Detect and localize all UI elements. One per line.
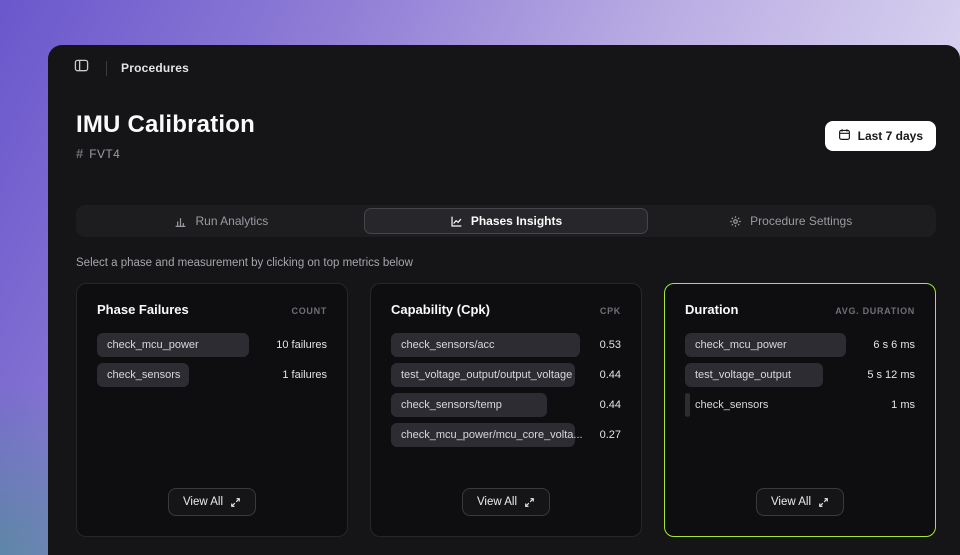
metric-rows: check_mcu_power 6 s 6 ms test_voltage_ou… [685,333,915,417]
tab-label: Procedure Settings [750,214,852,228]
metric-row-label: test_voltage_output/output_voltage [391,369,572,381]
metric-row[interactable]: test_voltage_output/output_voltage 0.44 [391,363,621,387]
procedure-tag-label: FVT4 [89,147,120,161]
expand-icon [230,497,241,508]
metric-row-value: 6 s 6 ms [865,339,915,351]
metric-row-value: 0.27 [592,429,621,441]
metric-row-label: check_mcu_power/mcu_core_volta... [391,429,583,441]
card-duration[interactable]: Duration AVG. DURATION check_mcu_power 6… [664,283,936,537]
bar-chart-icon [174,215,187,228]
sidebar-panel-icon [74,58,89,78]
metric-row[interactable]: check_sensors/temp 0.44 [391,393,621,417]
calendar-icon [838,128,851,144]
date-range-label: Last 7 days [858,129,923,143]
tab-run-analytics[interactable]: Run Analytics [79,208,364,234]
card-title: Capability (Cpk) [391,302,490,317]
tab-bar: Run Analytics Phases Insights Procedure … [76,205,936,237]
metric-row-value: 0.44 [592,399,621,411]
card-header: Capability (Cpk) CPK [391,302,621,317]
metric-row-value: 10 failures [268,339,327,351]
view-all-label: View All [183,496,223,508]
tab-phases-insights[interactable]: Phases Insights [364,208,649,234]
card-header: Duration AVG. DURATION [685,302,915,317]
sidebar-toggle-button[interactable] [70,57,92,79]
metric-row[interactable]: check_mcu_power/mcu_core_volta... 0.27 [391,423,621,447]
procedure-tag: # FVT4 [76,146,255,161]
expand-icon [524,497,535,508]
metric-unit-label: CPK [600,306,621,316]
metric-rows: check_mcu_power 10 failures check_sensor… [97,333,327,387]
card-title: Duration [685,302,738,317]
tab-label: Run Analytics [195,214,268,228]
metric-row-value: 0.44 [592,369,621,381]
breadcrumb[interactable]: Procedures [121,61,189,75]
metric-row-label: check_mcu_power [97,339,199,351]
metric-row[interactable]: check_sensors/acc 0.53 [391,333,621,357]
metric-row[interactable]: check_mcu_power 6 s 6 ms [685,333,915,357]
tab-label: Phases Insights [471,214,562,228]
card-title: Phase Failures [97,302,189,317]
page-header: IMU Calibration # FVT4 Last 7 days [48,91,960,161]
metric-row-label: check_mcu_power [685,339,787,351]
app-window: Procedures IMU Calibration # FVT4 Last 7… [48,45,960,555]
view-all-button[interactable]: View All [168,488,256,516]
card-header: Phase Failures COUNT [97,302,327,317]
metric-row-label: check_sensors [97,369,180,381]
metric-row-label: check_sensors [685,399,768,411]
topbar-divider [106,61,107,76]
view-all-label: View All [477,496,517,508]
view-all-label: View All [771,496,811,508]
metric-row-value: 5 s 12 ms [859,369,915,381]
hash-icon: # [76,146,83,161]
tab-procedure-settings[interactable]: Procedure Settings [648,208,933,234]
line-chart-icon [450,215,463,228]
metric-cards: Phase Failures COUNT check_mcu_power 10 … [76,283,936,555]
metric-row[interactable]: check_sensors 1 ms [685,393,915,417]
helper-text: Select a phase and measurement by clicki… [76,257,936,269]
metric-rows: check_sensors/acc 0.53 test_voltage_outp… [391,333,621,447]
metric-row-value: 1 failures [274,369,327,381]
metric-row-value: 0.53 [592,339,621,351]
date-range-button[interactable]: Last 7 days [825,121,936,151]
page-title: IMU Calibration [76,111,255,139]
gear-icon [729,215,742,228]
metric-unit-label: COUNT [292,306,328,316]
expand-icon [818,497,829,508]
metric-row-value: 1 ms [883,399,915,411]
card-phase-failures[interactable]: Phase Failures COUNT check_mcu_power 10 … [76,283,348,537]
metric-row[interactable]: test_voltage_output 5 s 12 ms [685,363,915,387]
metric-row[interactable]: check_mcu_power 10 failures [97,333,327,357]
title-block: IMU Calibration # FVT4 [76,111,255,161]
view-all-button[interactable]: View All [462,488,550,516]
metric-row-label: test_voltage_output [685,369,791,381]
metric-row[interactable]: check_sensors 1 failures [97,363,327,387]
top-bar: Procedures [48,45,960,91]
metric-unit-label: AVG. DURATION [835,306,915,316]
view-all-button[interactable]: View All [756,488,844,516]
metric-row-label: check_sensors/acc [391,339,495,351]
card-capability-cpk[interactable]: Capability (Cpk) CPK check_sensors/acc 0… [370,283,642,537]
metric-row-label: check_sensors/temp [391,399,502,411]
